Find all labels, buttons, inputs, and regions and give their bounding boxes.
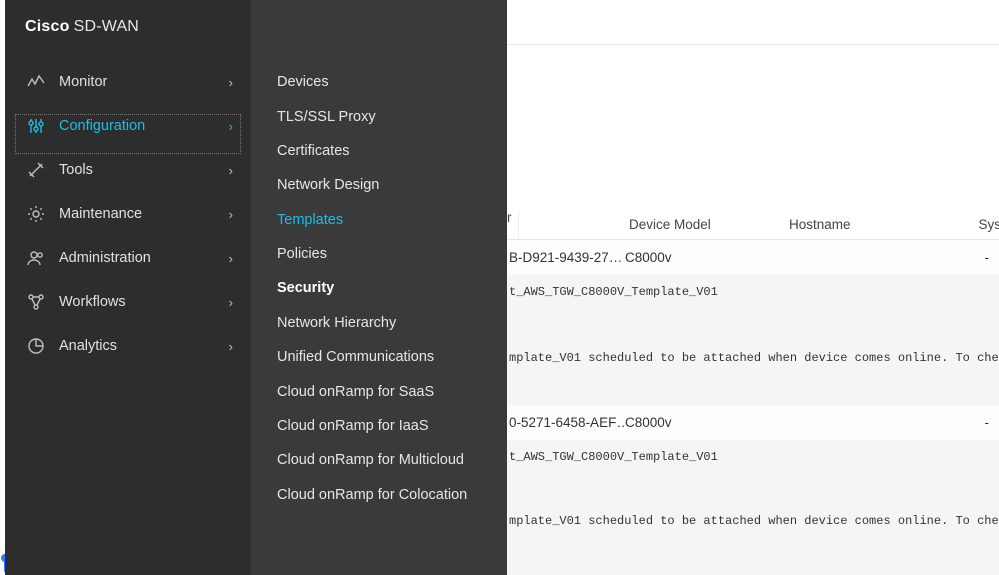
sidebar-item-maintenance[interactable]: Maintenance › bbox=[5, 192, 251, 236]
monitor-icon bbox=[27, 73, 45, 91]
submenu-item-policies[interactable]: Policies bbox=[251, 237, 507, 271]
sidebar-item-analytics[interactable]: Analytics › bbox=[5, 324, 251, 368]
sidebar-item-label: Administration bbox=[59, 250, 229, 266]
row-description: t_AWS_TGW_C8000V_Template_V01 mplate_V01… bbox=[507, 440, 999, 575]
brand: Cisco SD-WAN bbox=[5, 0, 251, 60]
submenu-item-certificates[interactable]: Certificates bbox=[251, 134, 507, 168]
cell-guid: B-D921-9439-27… bbox=[509, 250, 625, 265]
top-bar-divider bbox=[507, 0, 999, 45]
sidebar-item-administration[interactable]: Administration › bbox=[5, 236, 251, 280]
submenu-item-security[interactable]: Security bbox=[251, 271, 507, 305]
table-row[interactable]: B-D921-9439-27… C8000v - bbox=[507, 240, 999, 275]
cell-device-model: C8000v bbox=[625, 250, 785, 265]
submenu-item-cloud-onramp-multicloud[interactable]: Cloud onRamp for Multicloud bbox=[251, 443, 507, 477]
submenu-item-unified-communications[interactable]: Unified Communications bbox=[251, 340, 507, 374]
row-description: t_AWS_TGW_C8000V_Template_V01 mplate_V01… bbox=[507, 275, 999, 405]
submenu-item-network-hierarchy[interactable]: Network Hierarchy bbox=[251, 306, 507, 340]
submenu-item-tls-ssl-proxy[interactable]: TLS/SSL Proxy bbox=[251, 99, 507, 133]
sidebar-item-label: Analytics bbox=[59, 338, 229, 354]
col-sys[interactable]: Sys bbox=[978, 217, 999, 232]
sidebar-item-monitor[interactable]: Monitor › bbox=[5, 60, 251, 104]
cell-device-model: C8000v bbox=[625, 415, 785, 430]
sidebar-item-tools[interactable]: Tools › bbox=[5, 148, 251, 192]
col-r-label: r bbox=[507, 210, 512, 225]
cell-dash: - bbox=[985, 250, 990, 265]
chevron-right-icon: › bbox=[229, 251, 233, 266]
chevron-right-icon: › bbox=[229, 75, 233, 90]
sidebar-item-label: Monitor bbox=[59, 74, 229, 90]
sidebar: Cisco SD-WAN Monitor › Configuration › T… bbox=[5, 0, 251, 575]
user-icon bbox=[27, 249, 45, 267]
configuration-icon bbox=[27, 117, 45, 135]
submenu-item-network-design[interactable]: Network Design bbox=[251, 168, 507, 202]
submenu-item-templates[interactable]: Templates bbox=[251, 203, 507, 237]
col-hostname[interactable]: Hostname bbox=[789, 217, 949, 232]
submenu-item-cloud-onramp-saas[interactable]: Cloud onRamp for SaaS bbox=[251, 374, 507, 408]
col-device-model[interactable]: Device Model bbox=[629, 217, 789, 232]
sidebar-item-workflows[interactable]: Workflows › bbox=[5, 280, 251, 324]
submenu-item-cloud-onramp-colocation[interactable]: Cloud onRamp for Colocation bbox=[251, 478, 507, 512]
table-row[interactable]: 0-5271-6458-AEF… C8000v - bbox=[507, 405, 999, 440]
cell-guid: 0-5271-6458-AEF… bbox=[509, 415, 625, 430]
desc-line2: mplate_V01 scheduled to be attached when… bbox=[509, 351, 997, 365]
workflows-icon bbox=[27, 293, 45, 311]
chevron-right-icon: › bbox=[229, 207, 233, 222]
sidebar-item-label: Maintenance bbox=[59, 206, 229, 222]
chevron-right-icon: › bbox=[229, 339, 233, 354]
chevron-right-icon: › bbox=[229, 119, 233, 134]
sidebar-item-label: Workflows bbox=[59, 294, 229, 310]
table-header: r Device Model Hostname Sys bbox=[507, 210, 999, 240]
sidebar-item-label: Configuration bbox=[59, 118, 229, 134]
col-r: r bbox=[507, 210, 519, 240]
brand-product: SD-WAN bbox=[74, 18, 140, 36]
submenu-item-cloud-onramp-iaas[interactable]: Cloud onRamp for IaaS bbox=[251, 409, 507, 443]
desc-line2: mplate_V01 scheduled to be attached when… bbox=[509, 514, 997, 528]
analytics-icon bbox=[27, 337, 45, 355]
configuration-submenu: Devices TLS/SSL Proxy Certificates Netwo… bbox=[251, 0, 507, 575]
chevron-right-icon: › bbox=[229, 163, 233, 178]
submenu-item-devices[interactable]: Devices bbox=[251, 65, 507, 99]
sidebar-item-configuration[interactable]: Configuration › bbox=[5, 104, 251, 148]
tools-icon bbox=[27, 161, 45, 179]
cell-dash: - bbox=[985, 415, 990, 430]
gear-icon bbox=[27, 205, 45, 223]
desc-line1: t_AWS_TGW_C8000V_Template_V01 bbox=[509, 450, 997, 464]
content-area: r Device Model Hostname Sys B-D921-9439-… bbox=[507, 0, 999, 575]
brand-cisco: Cisco bbox=[25, 18, 70, 36]
desc-line1: t_AWS_TGW_C8000V_Template_V01 bbox=[509, 285, 997, 299]
sidebar-item-label: Tools bbox=[59, 162, 229, 178]
chevron-right-icon: › bbox=[229, 295, 233, 310]
